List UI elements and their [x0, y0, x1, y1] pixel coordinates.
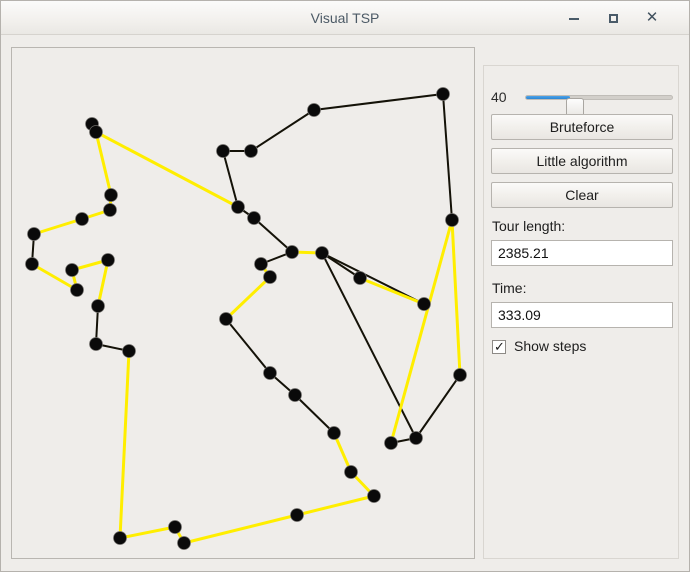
time-label: Time:	[492, 280, 526, 296]
tsp-edge	[120, 527, 175, 538]
tsp-edge	[226, 277, 270, 319]
tour-length-label: Tour length:	[492, 218, 565, 234]
tsp-node[interactable]	[248, 212, 261, 225]
edge-layer	[32, 94, 460, 543]
tsp-node[interactable]	[264, 271, 277, 284]
tsp-edge	[98, 260, 108, 306]
tsp-node[interactable]	[418, 298, 431, 311]
tsp-edge	[297, 496, 374, 515]
tsp-node[interactable]	[90, 126, 103, 139]
tour-length-field[interactable]: 2385.21	[491, 240, 673, 266]
tsp-node[interactable]	[104, 204, 117, 217]
node-count-value: 40	[491, 86, 517, 108]
node-layer	[26, 88, 467, 550]
node-count-slider[interactable]	[525, 95, 673, 100]
tsp-node[interactable]	[328, 427, 341, 440]
tsp-canvas[interactable]	[11, 47, 475, 559]
minimize-icon	[569, 18, 579, 20]
checkmark-icon: ✓	[494, 339, 505, 355]
control-panel: 40 Bruteforce Little algorithm Clear Tou…	[483, 65, 679, 559]
maximize-button[interactable]	[594, 1, 632, 35]
tsp-node[interactable]	[286, 246, 299, 259]
close-icon: ✕	[646, 1, 659, 35]
tsp-node[interactable]	[169, 521, 182, 534]
tsp-edge	[34, 219, 82, 234]
tsp-node[interactable]	[385, 437, 398, 450]
tsp-node[interactable]	[217, 145, 230, 158]
tsp-edge	[295, 395, 334, 433]
tsp-node[interactable]	[368, 490, 381, 503]
slider-fill	[526, 96, 570, 99]
tsp-node[interactable]	[446, 214, 459, 227]
tsp-node[interactable]	[308, 104, 321, 117]
tsp-node[interactable]	[178, 537, 191, 550]
window-titlebar: Visual TSP ✕	[1, 1, 689, 35]
close-button[interactable]: ✕	[633, 1, 671, 35]
tsp-node[interactable]	[232, 201, 245, 214]
tsp-node[interactable]	[410, 432, 423, 445]
tsp-node[interactable]	[92, 300, 105, 313]
show-steps-checkbox[interactable]: ✓	[492, 340, 506, 354]
tsp-node[interactable]	[291, 509, 304, 522]
tsp-node[interactable]	[90, 338, 103, 351]
tsp-node[interactable]	[123, 345, 136, 358]
tsp-node[interactable]	[66, 264, 79, 277]
tsp-node[interactable]	[114, 532, 127, 545]
tsp-edge	[96, 132, 111, 195]
tsp-node[interactable]	[437, 88, 450, 101]
visual-tsp-window: Visual TSP ✕ 40 Bruteforce Little algori…	[0, 0, 690, 572]
tsp-node[interactable]	[316, 247, 329, 260]
tsp-edge	[443, 94, 452, 220]
tsp-edge	[184, 515, 297, 543]
tsp-edge	[226, 319, 270, 373]
tsp-graph[interactable]	[12, 48, 474, 558]
tsp-node[interactable]	[102, 254, 115, 267]
tsp-edge	[391, 220, 452, 443]
tsp-edge	[251, 110, 314, 151]
tsp-edge	[416, 375, 460, 438]
minimize-button[interactable]	[555, 1, 593, 35]
show-steps-label: Show steps	[514, 338, 586, 354]
tsp-edge	[120, 351, 129, 538]
tsp-node[interactable]	[71, 284, 84, 297]
tsp-node[interactable]	[289, 389, 302, 402]
tsp-node[interactable]	[264, 367, 277, 380]
node-count-slider-row: 40	[491, 86, 673, 108]
time-field[interactable]: 333.09	[491, 302, 673, 328]
bruteforce-button[interactable]: Bruteforce	[491, 114, 673, 140]
tsp-node[interactable]	[245, 145, 258, 158]
tsp-node[interactable]	[454, 369, 467, 382]
tsp-node[interactable]	[255, 258, 268, 271]
tsp-edge	[452, 220, 460, 375]
tsp-edge	[254, 218, 292, 252]
tsp-node[interactable]	[105, 189, 118, 202]
tsp-edge	[314, 94, 443, 110]
little-algorithm-button[interactable]: Little algorithm	[491, 148, 673, 174]
clear-button[interactable]: Clear	[491, 182, 673, 208]
tsp-node[interactable]	[220, 313, 233, 326]
tsp-node[interactable]	[354, 272, 367, 285]
tsp-node[interactable]	[76, 213, 89, 226]
tsp-edge	[360, 278, 424, 304]
tsp-node[interactable]	[28, 228, 41, 241]
tsp-node[interactable]	[26, 258, 39, 271]
maximize-icon	[609, 14, 618, 23]
tsp-node[interactable]	[345, 466, 358, 479]
